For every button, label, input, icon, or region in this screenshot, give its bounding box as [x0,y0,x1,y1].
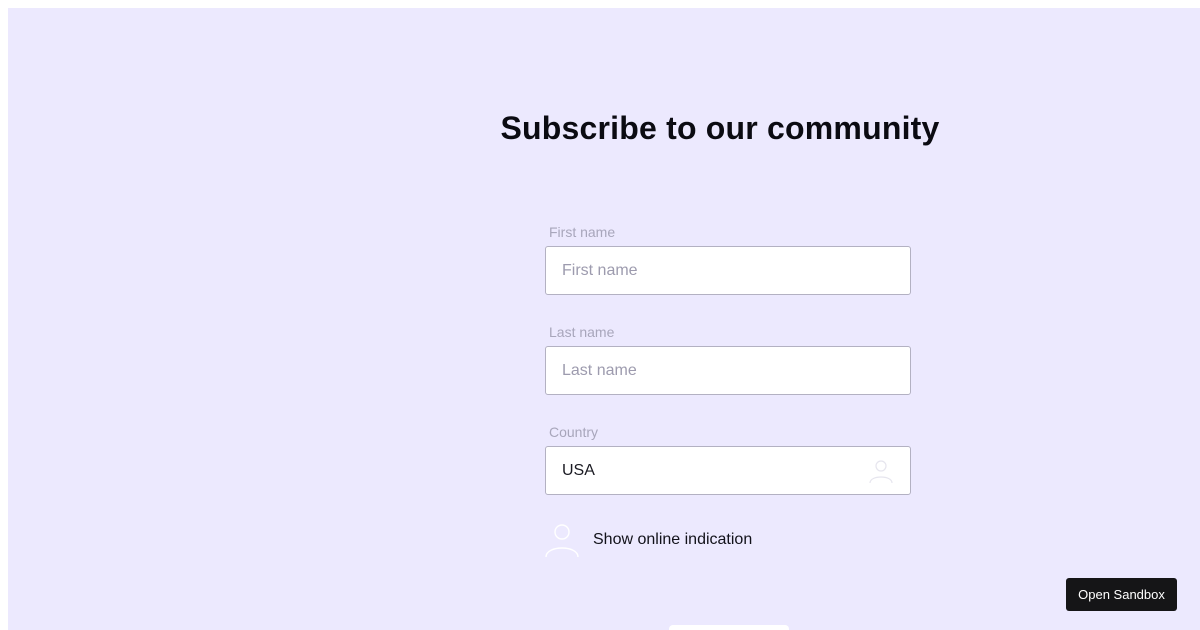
last-name-input-box[interactable] [545,346,911,395]
country-select[interactable]: USA [545,446,911,495]
country-field-group: Country USA [545,424,911,495]
open-sandbox-button[interactable]: Open Sandbox [1066,578,1177,611]
page-title: Subscribe to our community [500,110,940,146]
first-name-input-box[interactable] [545,246,911,295]
show-online-label: Show online indication [593,531,753,548]
bottom-tab-handle [669,625,789,630]
country-label: Country [549,424,599,440]
first-name-field-group: First name [545,224,911,295]
user-icon[interactable] [545,522,579,558]
last-name-field-group: Last name [545,324,911,395]
page-frame: Subscribe to our community First name La… [8,8,1200,630]
last-name-input[interactable] [546,347,910,394]
first-name-label: First name [549,224,616,240]
country-selected-value: USA [562,462,595,479]
last-name-label: Last name [549,324,615,340]
user-icon [868,458,894,484]
show-online-toggle[interactable]: Show online indication [545,522,752,558]
first-name-input[interactable] [546,247,910,294]
